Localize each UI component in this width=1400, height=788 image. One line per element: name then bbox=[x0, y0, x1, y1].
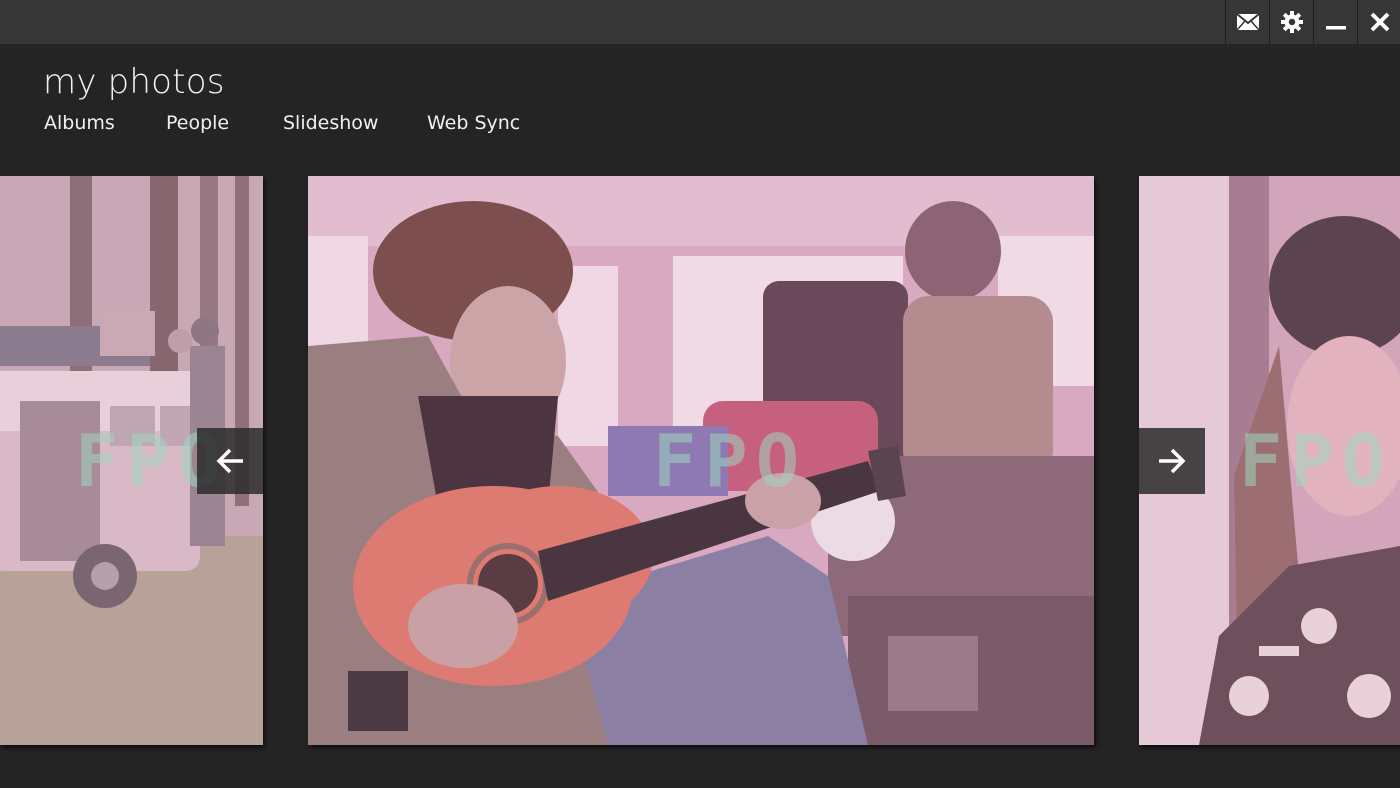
previous-photo-button[interactable] bbox=[197, 428, 263, 494]
minimize-button[interactable] bbox=[1313, 0, 1357, 44]
photo-carousel: FPO FPO FPO bbox=[0, 176, 1400, 746]
next-photo-button[interactable] bbox=[1139, 428, 1205, 494]
mail-button[interactable] bbox=[1225, 0, 1269, 44]
arrow-right-icon bbox=[1159, 448, 1186, 474]
nav-albums[interactable]: Albums bbox=[44, 112, 166, 140]
close-button[interactable] bbox=[1357, 0, 1400, 44]
nav-people[interactable]: People bbox=[166, 112, 283, 140]
app-title: my photos bbox=[43, 62, 225, 102]
settings-button[interactable] bbox=[1269, 0, 1313, 44]
arrow-left-icon bbox=[216, 448, 243, 474]
mail-icon bbox=[1235, 13, 1260, 31]
close-icon bbox=[1370, 12, 1389, 32]
nav-slideshow[interactable]: Slideshow bbox=[283, 112, 427, 140]
photo-current[interactable]: FPO bbox=[308, 176, 1094, 745]
nav-web-sync[interactable]: Web Sync bbox=[427, 112, 520, 140]
window-titlebar bbox=[0, 0, 1400, 44]
gear-icon bbox=[1280, 11, 1303, 33]
minimize-icon bbox=[1325, 26, 1346, 30]
main-nav: Albums People Slideshow Web Sync bbox=[44, 112, 520, 140]
